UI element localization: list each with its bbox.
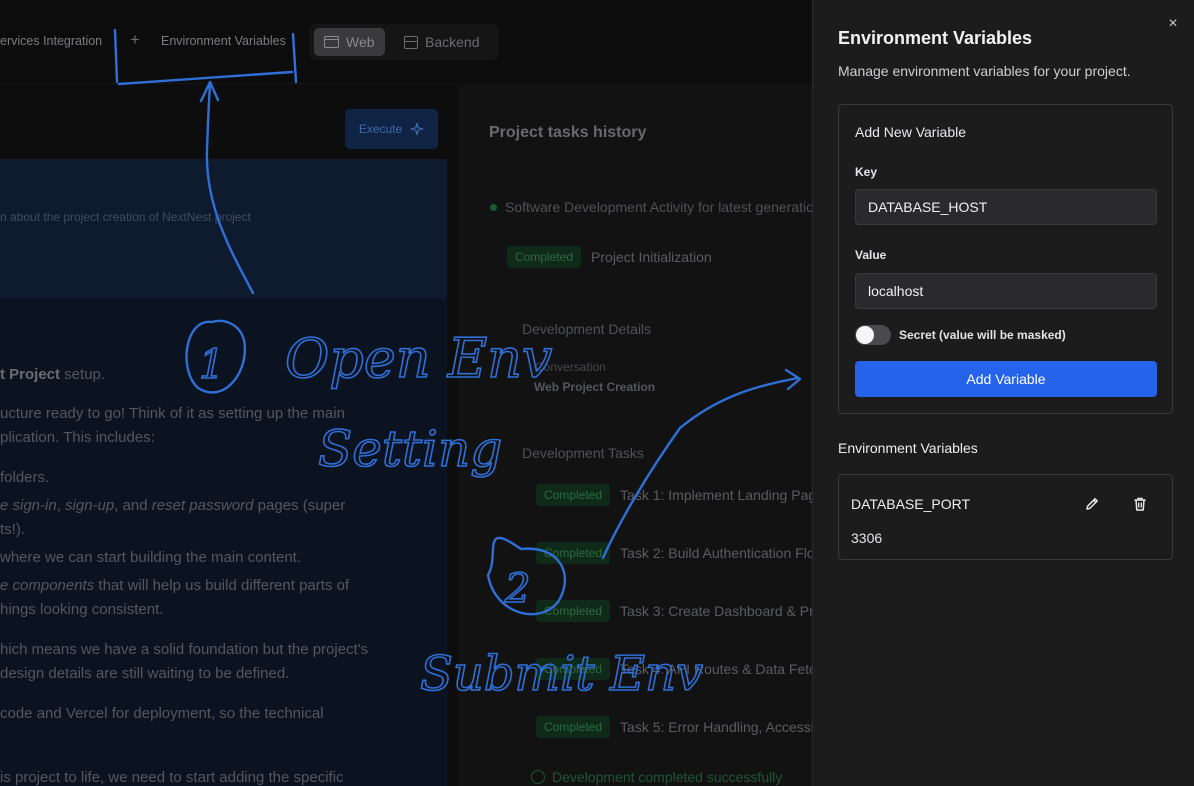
task-label: Task 2: Build Authentication Flo [620,545,812,561]
view-backend-button[interactable]: Backend [394,28,489,56]
value-input[interactable] [855,273,1157,309]
status-badge: Completed [536,658,611,680]
chat-pane: Execute n about the project creation of … [0,85,452,786]
variable-key: DATABASE_PORT [851,496,971,512]
response-line: hich means we have a solid foundation bu… [0,641,369,658]
add-variable-button[interactable]: Add Variable [855,361,1157,397]
response-line: folders. [0,469,50,486]
key-label: Key [855,165,878,179]
close-icon[interactable]: × [1162,13,1184,35]
status-badge: Completed [536,600,611,622]
response-line: t Project setup. [0,366,106,383]
task-label: Task 5: Error Handling, Accessi [620,719,812,735]
task-row[interactable]: Completed Task 3: Create Dashboard & Pr [536,600,812,622]
pencil-icon [1086,498,1098,510]
task-label: Task 3: Create Dashboard & Pr [620,603,812,619]
task-label: Task 4: API Routes & Data Fetc [620,661,812,677]
value-label: Value [855,248,887,262]
success-message: Development completed successfully [531,769,782,785]
success-label: Development completed successfully [552,769,783,785]
view-web-button[interactable]: Web [314,28,385,56]
screen: ervices Integration + Environment Variab… [0,0,1194,786]
drawer-title: Environment Variables [838,28,1033,48]
top-toolbar: ervices Integration + Environment Variab… [0,0,812,84]
task-row[interactable]: Completed Task 1: Implement Landing Pag [536,484,812,506]
task-row[interactable]: Completed Task 4: API Routes & Data Fetc [536,658,812,680]
project-init-row[interactable]: Completed Project Initialization [507,246,712,268]
secret-label: Secret (value will be masked) [899,328,1066,342]
status-badge: Completed [536,716,611,738]
variable-value: 3306 [851,530,883,546]
status-dot-icon [490,203,497,211]
tab-environment-variables[interactable]: Environment Variables [161,34,286,48]
tab-services-integration[interactable]: ervices Integration [0,34,102,48]
task-row[interactable]: Completed Task 2: Build Authentication F… [536,542,812,564]
view-web-label: Web [346,34,375,50]
task-label: Task 1: Implement Landing Pag [620,487,812,503]
dev-tasks-heading: Development Tasks [522,445,644,461]
add-variable-card: Add New Variable Key Value Secret (value… [838,104,1173,414]
prompt-panel: n about the project creation of NextNest… [0,159,447,786]
key-input[interactable] [855,189,1157,225]
task-history-pane: Project tasks history Software Developme… [458,85,812,786]
prompt-description: n about the project creation of NextNest… [0,210,251,224]
plus-icon[interactable]: + [130,30,140,50]
environment-variables-drawer: × Environment Variables Manage environme… [812,0,1194,786]
toggle-knob [856,326,874,344]
browser-icon [324,36,339,48]
dev-details-heading: Development Details [522,321,652,337]
activity-label: Software Development Activity for latest… [505,199,812,215]
response-line: ts!). [0,521,25,538]
response-line: ucture ready to go! Think of it as setti… [0,405,345,422]
variable-item: DATABASE_PORT 3306 [838,474,1173,560]
prompt-header: n about the project creation of NextNest… [0,159,447,299]
execute-label: Execute [358,122,403,136]
app-background: ervices Integration + Environment Variab… [0,0,812,786]
variables-list-title: Environment Variables [838,440,978,456]
project-init-label: Project Initialization [591,249,712,265]
view-toggle: Web Backend [309,24,499,60]
response-line: is project to life, we need to start add… [0,769,344,786]
response-line: hings looking consistent. [0,601,164,618]
drawer-description: Manage environment variables for your pr… [838,63,1131,79]
sparkle-icon [411,122,424,136]
response-line: code and Vercel for deployment, so the t… [0,705,324,722]
response-line: plication. This includes: [0,429,155,446]
execute-button[interactable]: Execute [345,109,438,149]
conversation-value: Web Project Creation [534,380,656,394]
status-badge: Completed [536,484,611,506]
edit-variable-button[interactable] [1079,491,1105,517]
response-line: where we can start building the main con… [0,549,302,566]
history-title: Project tasks history [489,124,647,141]
trash-icon [1134,497,1146,511]
response-line: design details are still waiting to be d… [0,665,290,682]
secret-toggle[interactable] [855,325,891,345]
response-line: e sign-in, sign-up, and reset password p… [0,497,346,514]
response-line: e components that will help us build dif… [0,577,350,594]
task-row[interactable]: Completed Task 5: Error Handling, Access… [536,716,812,738]
add-variable-title: Add New Variable [855,124,967,140]
status-badge: Completed [536,542,611,564]
conversation-label: Conversation [535,360,606,374]
view-backend-label: Backend [425,34,480,50]
activity-row[interactable]: Software Development Activity for latest… [490,199,812,215]
check-circle-icon [531,770,545,784]
server-icon [404,35,418,49]
status-badge: Completed [507,246,582,268]
delete-variable-button[interactable] [1127,491,1153,517]
